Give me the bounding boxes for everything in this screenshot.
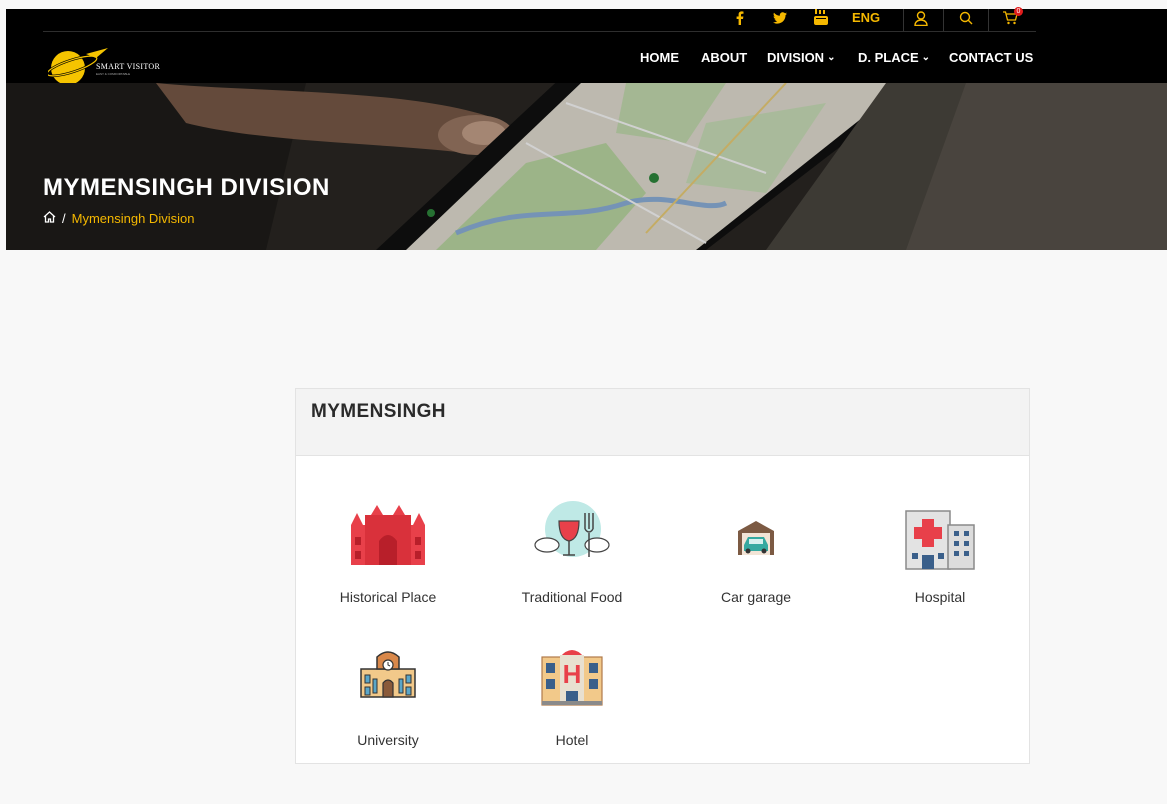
breadcrumb-current: Mymensingh Division bbox=[71, 210, 195, 226]
card-header: MYMENSINGH bbox=[296, 389, 1029, 456]
category-hospital[interactable]: Hospital bbox=[848, 497, 1032, 617]
twitter-icon[interactable] bbox=[772, 9, 788, 27]
language-switch[interactable]: ENG bbox=[852, 9, 880, 27]
category-traditional-food[interactable]: Traditional Food bbox=[480, 497, 664, 617]
car-garage-icon bbox=[738, 521, 774, 555]
category-label: Hotel bbox=[555, 732, 589, 748]
logo-tagline: EASY & COMFORTABLE bbox=[96, 72, 131, 76]
university-icon bbox=[360, 651, 416, 698]
logo-text: SMART VISITOR bbox=[96, 62, 161, 71]
chevron-down-icon: ⌄ bbox=[827, 51, 836, 63]
nav-about[interactable]: ABOUT bbox=[701, 48, 747, 66]
hotel-icon: H bbox=[541, 650, 603, 706]
facebook-icon[interactable] bbox=[734, 9, 746, 27]
page-title: MYMENSINGH DIVISION bbox=[43, 174, 330, 201]
cart-count-badge: 0 bbox=[1014, 7, 1023, 16]
category-label: Historical Place bbox=[339, 589, 437, 605]
category-hotel[interactable]: H Hotel bbox=[480, 639, 664, 759]
category-label: Traditional Food bbox=[521, 589, 623, 605]
nav-label: CONTACT US bbox=[949, 49, 1034, 65]
home-icon[interactable] bbox=[43, 210, 56, 226]
nav-label: DIVISION bbox=[767, 49, 825, 65]
category-label: University bbox=[357, 732, 419, 748]
nav-home[interactable]: HOME bbox=[640, 48, 679, 66]
category-university[interactable]: University bbox=[296, 639, 480, 759]
nav-contact-us[interactable]: CONTACT US bbox=[949, 48, 1033, 66]
search-icon[interactable] bbox=[955, 9, 977, 27]
header-divider bbox=[43, 31, 1036, 32]
category-label: Car garage bbox=[720, 589, 792, 605]
divider bbox=[903, 9, 904, 31]
nav-division[interactable]: DIVISION ⌄ bbox=[767, 48, 835, 66]
fort-icon bbox=[351, 505, 425, 565]
category-historical-place[interactable]: Historical Place bbox=[296, 497, 480, 617]
breadcrumb-separator: / bbox=[62, 210, 66, 226]
breadcrumb: / Mymensingh Division bbox=[43, 209, 194, 227]
nav-label: ABOUT bbox=[701, 49, 748, 65]
food-icon bbox=[534, 501, 610, 557]
category-car-garage[interactable]: Car garage bbox=[664, 497, 848, 617]
nav-d-place[interactable]: D. PLACE ⌄ bbox=[858, 48, 930, 66]
youtube-icon[interactable] bbox=[813, 8, 829, 26]
hospital-icon bbox=[905, 510, 975, 570]
svg-text:H: H bbox=[563, 659, 582, 689]
card-title: MYMENSINGH bbox=[311, 401, 446, 422]
category-label: Hospital bbox=[914, 589, 966, 605]
divider bbox=[988, 9, 989, 31]
category-card: MYMENSINGH Historical Place Traditional bbox=[295, 388, 1030, 764]
site-header bbox=[6, 9, 1167, 83]
divider bbox=[943, 9, 944, 31]
nav-label: HOME bbox=[640, 49, 679, 65]
chevron-down-icon: ⌄ bbox=[921, 51, 931, 63]
nav-label: D. PLACE bbox=[858, 49, 919, 65]
user-icon[interactable] bbox=[910, 9, 932, 27]
